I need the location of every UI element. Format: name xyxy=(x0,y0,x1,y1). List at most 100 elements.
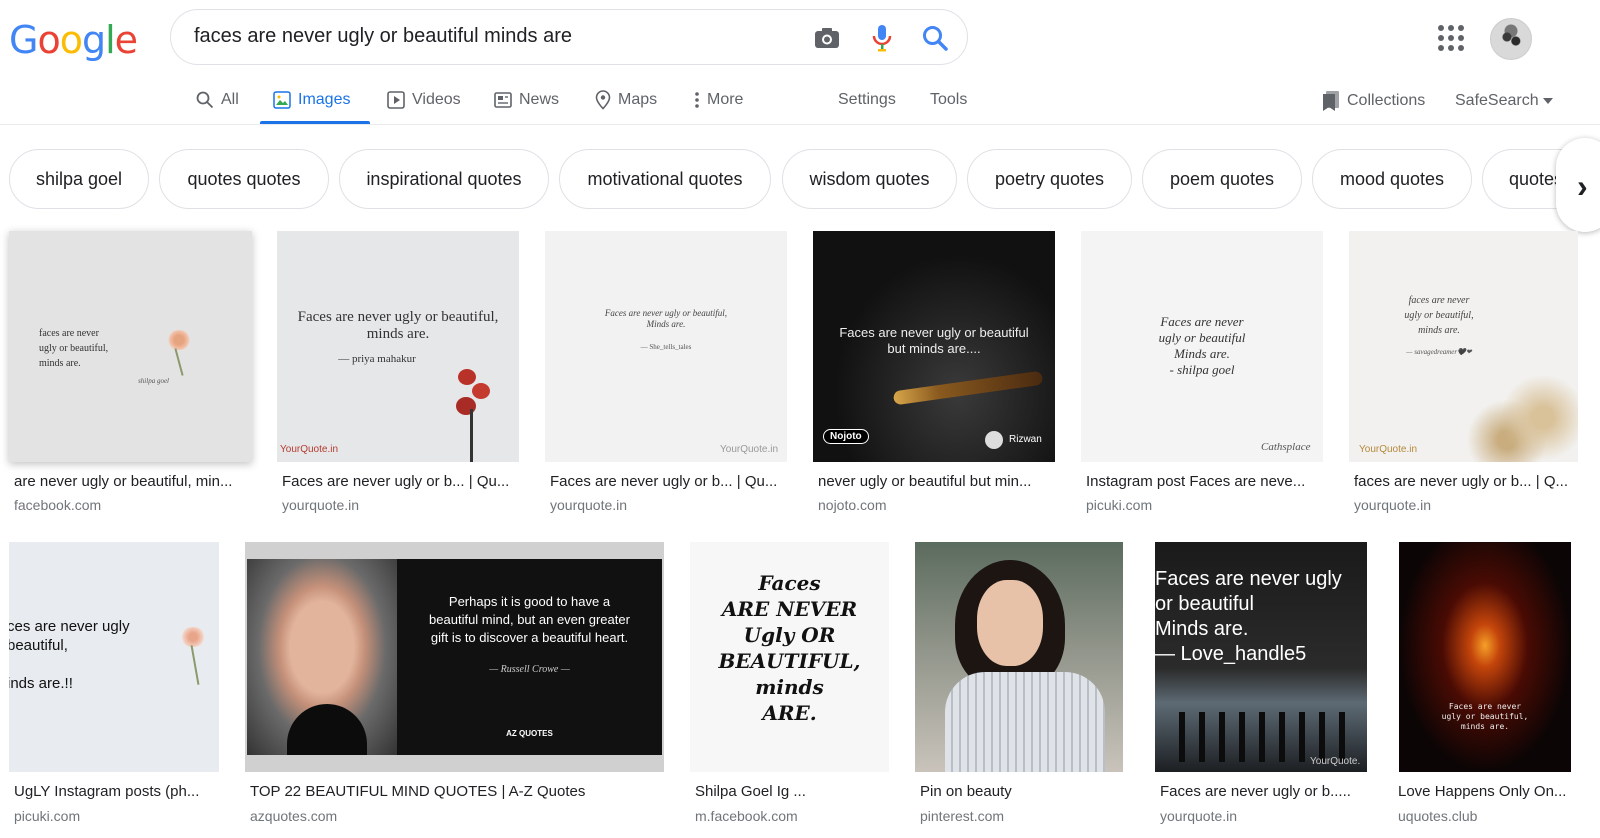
search-icon xyxy=(196,91,214,109)
result-title[interactable]: UgLY Instagram posts (ph... xyxy=(14,783,214,800)
result-thumbnail[interactable]: Perhaps it is good to have a beautiful m… xyxy=(245,542,664,772)
result-thumbnail[interactable] xyxy=(915,542,1123,772)
brand-watermark: YourQuote.in xyxy=(1359,444,1418,455)
result-title[interactable]: never ugly or beautiful but min... xyxy=(818,473,1050,490)
thumbnail-quote: Faces are never ugly or beautiful Minds … xyxy=(1155,568,1342,665)
chips-next-button[interactable]: › xyxy=(1556,138,1600,232)
tab-maps[interactable]: Maps xyxy=(595,85,657,115)
thumbnail-quote: Faces are never ugly or beautiful but mi… xyxy=(839,325,1029,356)
result-thumbnail[interactable]: faces are never ugly or beautiful, minds… xyxy=(9,231,252,462)
avatar[interactable] xyxy=(1490,18,1532,60)
result-thumbnail[interactable]: Faces are never ugly or beautiful Minds … xyxy=(1081,231,1323,462)
tab-all[interactable]: All xyxy=(196,85,239,115)
image-result[interactable]: faces are never ugly or beautiful, minds… xyxy=(9,231,254,513)
result-title[interactable]: TOP 22 BEAUTIFUL MIND QUOTES | A-Z Quote… xyxy=(250,783,660,800)
search-tabs: All Images Videos News Maps More Setting… xyxy=(0,75,1600,125)
apps-grid-icon[interactable] xyxy=(1434,22,1466,54)
result-thumbnail[interactable]: ces are never ugly beautiful, inds are.!… xyxy=(9,542,219,772)
tab-more[interactable]: More xyxy=(694,85,743,115)
quote-card: Perhaps it is good to have a beautiful m… xyxy=(247,559,662,755)
result-site[interactable]: yourquote.in xyxy=(282,497,359,513)
collections-button[interactable]: Collections xyxy=(1322,86,1425,116)
result-thumbnail[interactable]: Faces ARE NEVER Ugly OR BEAUTIFUL, minds… xyxy=(690,542,889,772)
logo-letter: g xyxy=(81,18,106,62)
tab-videos[interactable]: Videos xyxy=(387,85,461,115)
result-title[interactable]: Shilpa Goel Ig ... xyxy=(695,783,885,800)
result-site[interactable]: m.facebook.com xyxy=(695,808,798,824)
image-icon xyxy=(273,91,291,109)
result-site[interactable]: picuki.com xyxy=(1086,497,1152,513)
image-result[interactable]: Pin on beauty pinterest.com xyxy=(915,542,1125,832)
chip-suggestion[interactable]: poetry quotes xyxy=(967,149,1132,209)
safesearch-button[interactable]: SafeSearch xyxy=(1455,86,1553,116)
tab-news[interactable]: News xyxy=(494,85,559,115)
result-thumbnail[interactable]: Faces are never ugly or beautiful, minds… xyxy=(1399,542,1571,772)
result-site[interactable]: uquotes.club xyxy=(1398,808,1477,824)
result-title[interactable]: Faces are never ugly or b..... xyxy=(1160,783,1360,800)
search-icon[interactable] xyxy=(919,22,951,54)
image-result[interactable]: Faces are never ugly or beautiful but mi… xyxy=(813,231,1055,513)
image-result[interactable]: Faces ARE NEVER Ugly OR BEAUTIFUL, minds… xyxy=(690,542,890,832)
result-title[interactable]: Faces are never ugly or b... | Qu... xyxy=(282,473,514,490)
result-title[interactable]: Love Happens Only On... xyxy=(1398,783,1570,800)
camera-icon[interactable] xyxy=(811,22,843,54)
image-result[interactable]: Faces are never ugly or beautiful Minds … xyxy=(1081,231,1323,513)
image-result[interactable]: Faces are never ugly or beautiful, minds… xyxy=(1393,542,1573,832)
result-site[interactable]: pinterest.com xyxy=(920,808,1004,824)
image-result[interactable]: Faces are never ugly or beautiful, Minds… xyxy=(545,231,787,513)
thumbnail-quote: ces are never ugly beautiful, inds are.!… xyxy=(9,618,130,692)
collections-label: Collections xyxy=(1347,92,1426,109)
thumbnail-quote: Faces ARE NEVER Ugly OR BEAUTIFUL, minds… xyxy=(718,571,861,725)
more-vert-icon xyxy=(695,92,699,108)
thumbnail-signature: — She_tells_tales xyxy=(640,343,692,351)
result-title[interactable]: are never ugly or beautiful, min... xyxy=(14,473,249,490)
result-title[interactable]: Faces are never ugly or b... | Qu... xyxy=(550,473,782,490)
people-silhouettes xyxy=(1165,712,1345,762)
result-site[interactable]: yourquote.in xyxy=(550,497,627,513)
face-shape xyxy=(977,580,1043,666)
video-icon xyxy=(387,91,405,109)
google-logo[interactable]: Google xyxy=(9,18,138,63)
result-site[interactable]: facebook.com xyxy=(14,497,101,513)
flower-illustration xyxy=(174,627,214,687)
result-site[interactable]: nojoto.com xyxy=(818,497,886,513)
result-thumbnail[interactable]: faces are never ugly or beautiful, minds… xyxy=(1349,231,1578,462)
result-thumbnail[interactable]: Faces are never ugly or beautiful but mi… xyxy=(813,231,1055,462)
result-thumbnail[interactable]: Faces are never ugly or beautiful, Minds… xyxy=(545,231,787,462)
result-site[interactable]: azquotes.com xyxy=(250,808,337,824)
result-thumbnail[interactable]: Faces are never ugly or beautiful Minds … xyxy=(1155,542,1367,772)
tab-label: More xyxy=(707,91,744,108)
tab-tools[interactable]: Tools xyxy=(930,85,967,115)
chip-suggestion[interactable]: shilpa goel xyxy=(9,149,149,209)
result-title[interactable]: faces are never ugly or b... | Q... xyxy=(1354,473,1576,490)
image-result[interactable]: Faces are never ugly or beautiful, minds… xyxy=(277,231,519,513)
chip-suggestion[interactable]: mood quotes xyxy=(1312,149,1472,209)
chip-suggestion[interactable]: poem quotes xyxy=(1142,149,1302,209)
search-input[interactable]: faces are never ugly or beautiful minds … xyxy=(194,25,572,48)
chip-suggestion[interactable]: quotes quotes xyxy=(159,149,329,209)
tab-images[interactable]: Images xyxy=(273,85,350,115)
brand-watermark: YourQuote.in xyxy=(720,444,779,455)
result-title[interactable]: Pin on beauty xyxy=(920,783,1120,800)
thumbnail-quote: Perhaps it is good to have a beautiful m… xyxy=(429,594,630,645)
result-site[interactable]: picuki.com xyxy=(14,808,80,824)
result-site[interactable]: yourquote.in xyxy=(1160,808,1237,824)
news-icon xyxy=(494,92,512,108)
chip-suggestion[interactable]: motivational quotes xyxy=(559,149,771,209)
chip-suggestion[interactable]: wisdom quotes xyxy=(782,149,957,209)
image-result[interactable]: ces are never ugly beautiful, inds are.!… xyxy=(9,542,219,832)
active-tab-indicator xyxy=(260,121,370,124)
chip-suggestion[interactable]: inspirational quotes xyxy=(339,149,549,209)
tab-label: Videos xyxy=(412,91,461,108)
image-result[interactable]: Faces are never ugly or beautiful Minds … xyxy=(1155,542,1367,832)
tab-settings[interactable]: Settings xyxy=(838,85,896,115)
logo-letter: o xyxy=(59,18,83,62)
image-result[interactable]: faces are never ugly or beautiful, minds… xyxy=(1349,231,1581,513)
logo-letter: e xyxy=(114,18,138,62)
search-box[interactable]: faces are never ugly or beautiful minds … xyxy=(170,9,968,65)
result-site[interactable]: yourquote.in xyxy=(1354,497,1431,513)
image-result[interactable]: Perhaps it is good to have a beautiful m… xyxy=(245,542,665,832)
result-thumbnail[interactable]: Faces are never ugly or beautiful, minds… xyxy=(277,231,519,462)
microphone-icon[interactable] xyxy=(866,22,898,54)
result-title[interactable]: Instagram post Faces are neve... xyxy=(1086,473,1318,490)
